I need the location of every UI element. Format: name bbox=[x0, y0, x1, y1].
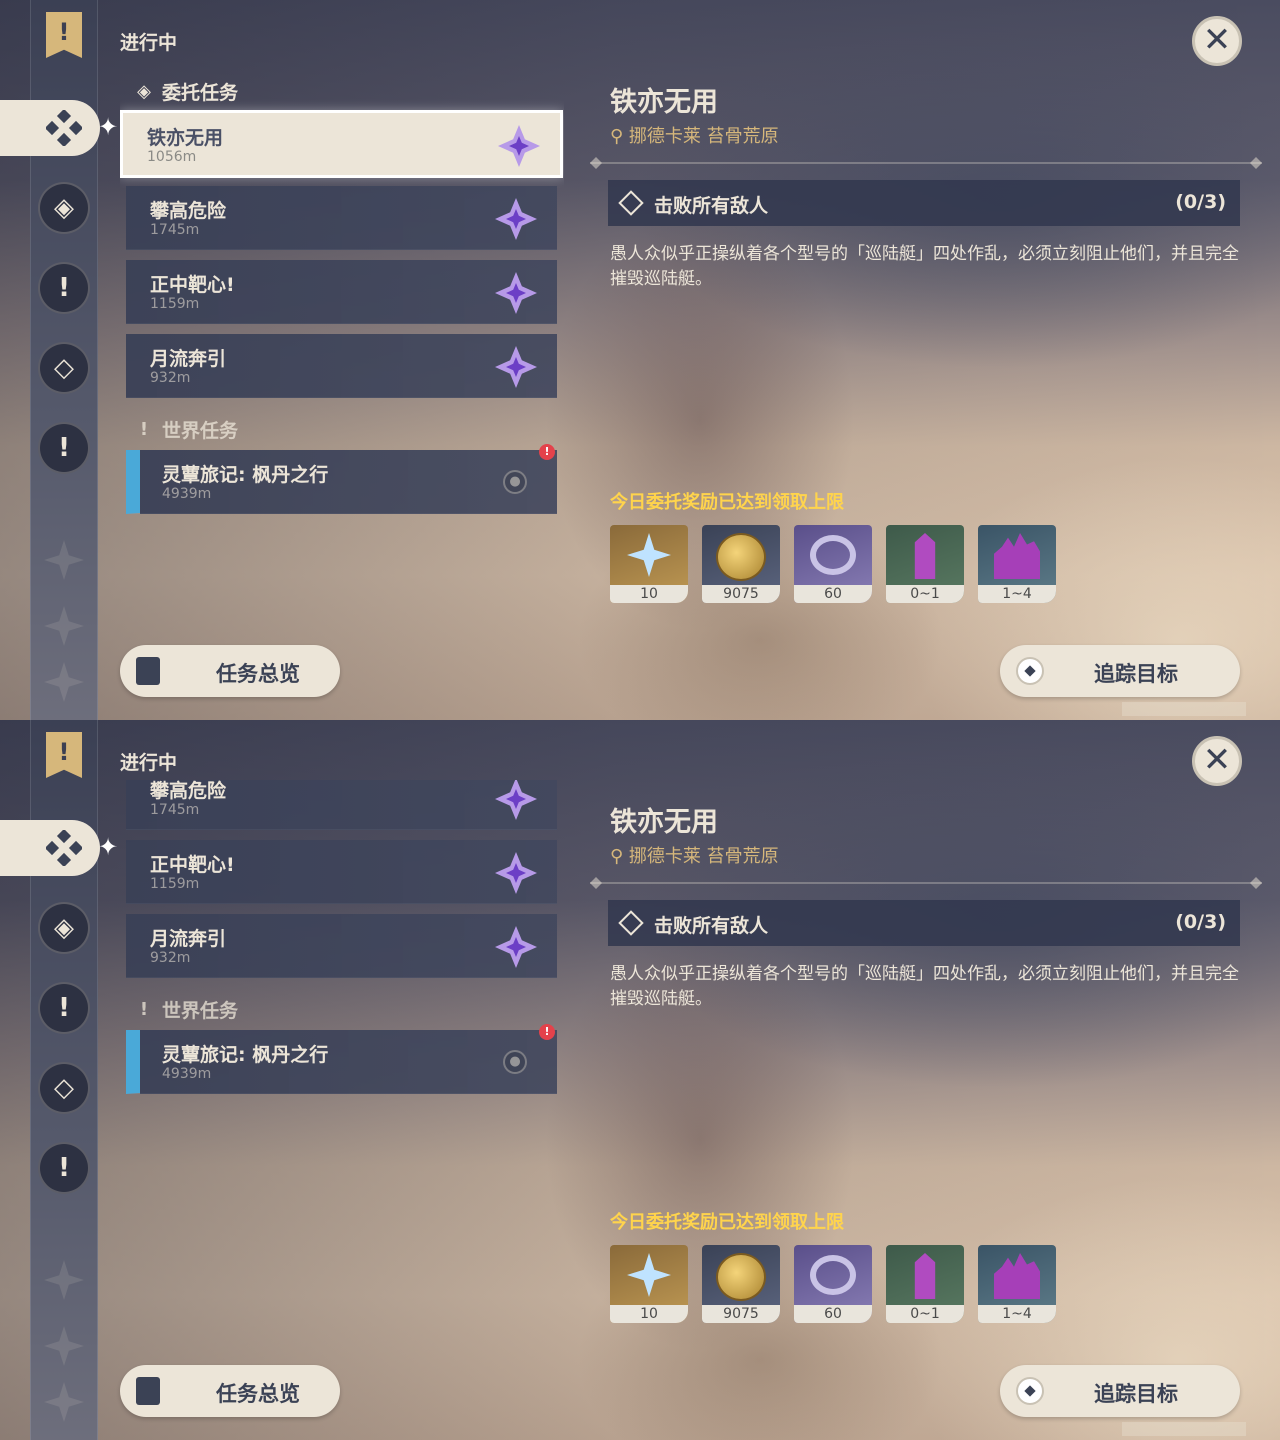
crystal-icon bbox=[914, 533, 936, 579]
quest-description: 愚人众似乎正操纵着各个型号的「巡陆艇」四处作乱，必须立刻阻止他们，并且完全摧毁巡… bbox=[610, 244, 1239, 289]
quest-overview-button[interactable]: 任务总览 bbox=[120, 1365, 340, 1417]
reward-item[interactable]: 9075 bbox=[702, 525, 780, 603]
location-pin-icon: ⚲ bbox=[610, 846, 624, 867]
quest-item[interactable]: 正中靶心! 1159m bbox=[126, 840, 557, 904]
commission-star-icon bbox=[495, 926, 537, 968]
commission-star-icon bbox=[495, 780, 537, 820]
reward-item[interactable]: 60 bbox=[794, 1245, 872, 1323]
commission-star-icon bbox=[495, 272, 537, 314]
alert-badge: ! bbox=[539, 444, 555, 460]
section-commission: ◈ 委托任务 bbox=[134, 78, 238, 105]
commission-star-icon bbox=[495, 346, 537, 388]
crystal-icon bbox=[914, 1253, 936, 1299]
bottom-bar bbox=[1122, 1422, 1246, 1436]
commission-small-icon: ◈ bbox=[137, 80, 151, 102]
world-quest-icon: ◇ bbox=[54, 353, 74, 383]
section-world: ! 世界任务 bbox=[134, 416, 238, 443]
alert-badge: ! bbox=[539, 1024, 555, 1040]
commission-star-icon bbox=[495, 852, 537, 894]
quest-screen-top: ! ✦ ◈ ! ◇ ! 进行中 ✕ ◈ 委托任务 铁亦无用 1056m 攀高危险… bbox=[0, 0, 1280, 720]
tab-archon-quest[interactable]: ◈ bbox=[38, 182, 90, 234]
quest-overview-button[interactable]: 任务总览 bbox=[120, 645, 340, 697]
companionship-exp-icon bbox=[810, 535, 856, 575]
objective-diamond-icon bbox=[618, 190, 644, 216]
reward-item[interactable]: 0~1 bbox=[886, 1245, 964, 1323]
ongoing-label: 进行中 bbox=[120, 752, 178, 774]
quest-item[interactable]: 月流奔引 932m bbox=[126, 914, 557, 978]
reward-item[interactable]: 0~1 bbox=[886, 525, 964, 603]
exclamation-small-icon: ! bbox=[139, 418, 149, 440]
primogem-icon bbox=[627, 1253, 671, 1297]
story-quest-icon: ! bbox=[58, 273, 70, 303]
close-button[interactable]: ✕ bbox=[1192, 736, 1242, 786]
quest-item[interactable]: 攀高危险 1745m bbox=[126, 780, 557, 830]
divider bbox=[590, 162, 1262, 164]
section-world: ! 世界任务 bbox=[134, 996, 238, 1023]
reward-item[interactable]: 1~4 bbox=[978, 525, 1056, 603]
tab-world-quest[interactable]: ! bbox=[38, 1142, 90, 1194]
exclamation-small-icon: ! bbox=[139, 998, 149, 1020]
close-button[interactable]: ✕ bbox=[1192, 16, 1242, 66]
exclamation-icon: ! bbox=[58, 1153, 70, 1183]
location-pin-icon: ● bbox=[503, 1050, 527, 1074]
tab-commission[interactable] bbox=[0, 820, 100, 876]
tab-archon-quest[interactable]: ◈ bbox=[38, 902, 90, 954]
reward-item[interactable]: 1~4 bbox=[978, 1245, 1056, 1323]
world-quest-icon: ◇ bbox=[54, 1073, 74, 1103]
quest-item[interactable]: 正中靶心! 1159m bbox=[126, 260, 557, 324]
primogem-icon bbox=[627, 533, 671, 577]
quest-list: ◈ 委托任务 铁亦无用 1056m 攀高危险 1745m 正中靶心! 1159m… bbox=[120, 0, 564, 720]
reward-item[interactable]: 10 bbox=[610, 1245, 688, 1323]
bottom-bar bbox=[1122, 702, 1246, 716]
crystal-cluster-icon bbox=[994, 533, 1040, 579]
objective-row: 击败所有敌人 (0/3) bbox=[608, 180, 1240, 226]
reward-item[interactable]: 10 bbox=[610, 525, 688, 603]
quest-item-selected[interactable]: 铁亦无用 1056m bbox=[120, 110, 563, 178]
world-quest-item[interactable]: 灵蕈旅记: 枫丹之行 4939m ● ! bbox=[126, 444, 557, 514]
track-target-button[interactable]: 追踪目标 bbox=[1000, 645, 1240, 697]
track-target-button[interactable]: 追踪目标 bbox=[1000, 1365, 1240, 1417]
quest-location: ⚲ 挪德卡莱 苔骨荒原 bbox=[610, 126, 779, 147]
commission-icon bbox=[46, 110, 82, 146]
exclamation-icon: ! bbox=[58, 433, 70, 463]
mora-icon bbox=[716, 533, 766, 581]
archon-quest-icon: ◈ bbox=[54, 913, 74, 943]
quest-title: 铁亦无用 bbox=[610, 87, 718, 118]
quest-list-scrolled: 攀高危险 1745m 正中靶心! 1159m 月流奔引 932m ! 世界任务 … bbox=[120, 780, 564, 1440]
quest-item[interactable]: 攀高危险 1745m bbox=[126, 186, 557, 250]
divider bbox=[590, 882, 1262, 884]
crystal-cluster-icon bbox=[994, 1253, 1040, 1299]
objective-row: 击败所有敌人 (0/3) bbox=[608, 900, 1240, 946]
companionship-exp-icon bbox=[810, 1255, 856, 1295]
reward-limit-note: 今日委托奖励已达到领取上限 bbox=[610, 492, 844, 513]
sparkle-icon: ✦ bbox=[97, 113, 119, 141]
quest-description: 愚人众似乎正操纵着各个型号的「巡陆艇」四处作乱，必须立刻阻止他们，并且完全摧毁巡… bbox=[610, 964, 1239, 1009]
tab-commission[interactable] bbox=[0, 100, 100, 156]
reward-item[interactable]: 9075 bbox=[702, 1245, 780, 1323]
commission-star-icon bbox=[498, 125, 540, 167]
quest-location: ⚲ 挪德卡莱 苔骨荒原 bbox=[610, 846, 779, 867]
story-quest-icon: ! bbox=[58, 993, 70, 1023]
mora-icon bbox=[716, 1253, 766, 1301]
quest-screen-bottom: ! ✦ ◈ ! ◇ ! 进行中 ✕ 攀高危险 1745m 正中靶心! 1159m… bbox=[0, 720, 1280, 1440]
location-pin-icon: ⚲ bbox=[610, 126, 624, 147]
tab-story-quest[interactable]: ! bbox=[38, 262, 90, 314]
objective-diamond-icon bbox=[618, 910, 644, 936]
sparkle-icon: ✦ bbox=[97, 833, 119, 861]
commission-star-icon bbox=[495, 198, 537, 240]
tab-world-quest[interactable]: ! bbox=[38, 422, 90, 474]
reward-item[interactable]: 60 bbox=[794, 525, 872, 603]
commission-icon bbox=[46, 830, 82, 866]
location-pin-icon: ● bbox=[503, 470, 527, 494]
tab-story-quest[interactable]: ! bbox=[38, 982, 90, 1034]
archon-quest-icon: ◈ bbox=[54, 193, 74, 223]
quest-item[interactable]: 月流奔引 932m bbox=[126, 334, 557, 398]
tab-world-quest-special[interactable]: ◇ bbox=[38, 342, 90, 394]
reward-limit-note: 今日委托奖励已达到领取上限 bbox=[610, 1212, 844, 1233]
quest-title: 铁亦无用 bbox=[610, 807, 718, 838]
tab-world-quest-special[interactable]: ◇ bbox=[38, 1062, 90, 1114]
world-quest-item[interactable]: 灵蕈旅记: 枫丹之行 4939m ● ! bbox=[126, 1024, 557, 1094]
